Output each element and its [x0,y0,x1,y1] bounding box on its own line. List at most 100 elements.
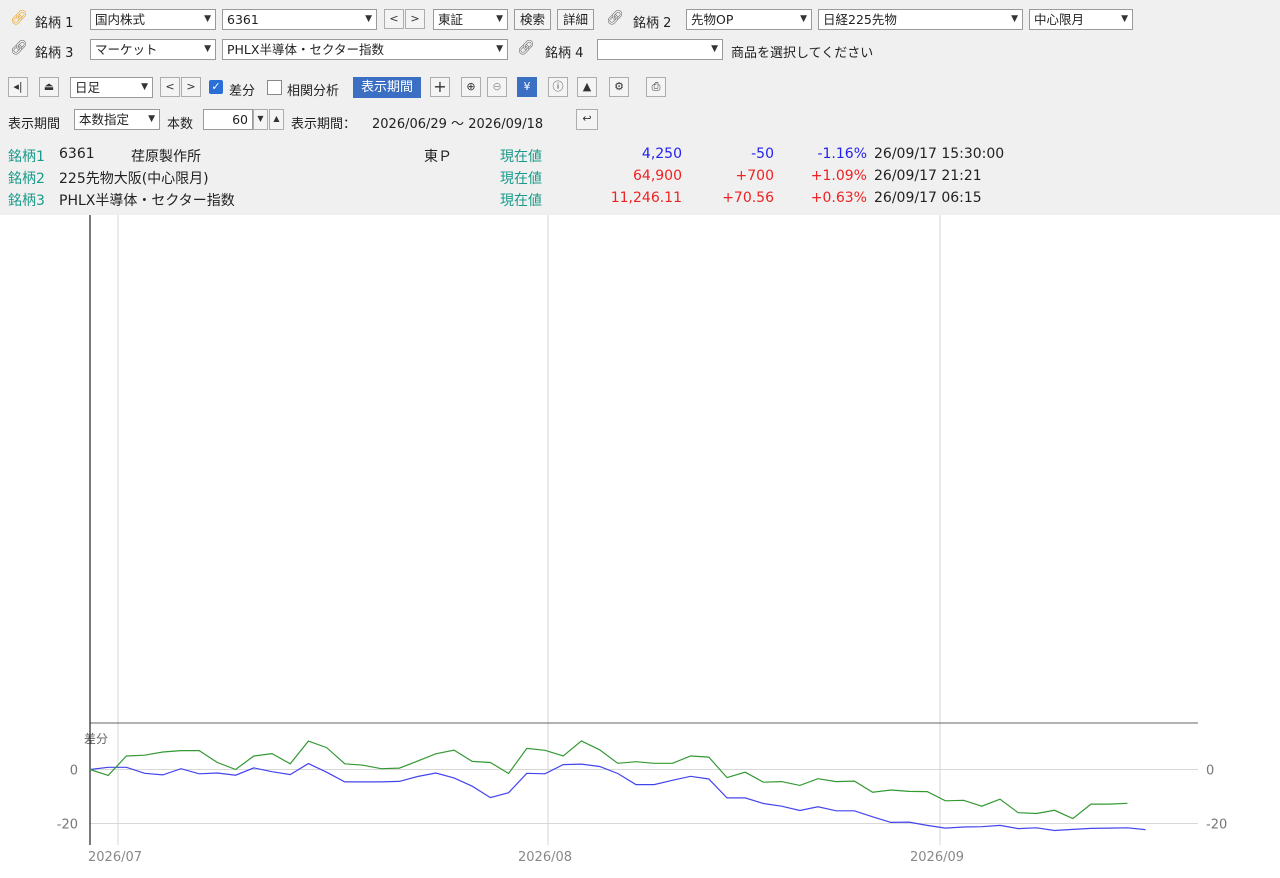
chevron-down-icon: ▼ [1121,14,1128,24]
quote-tag: 銘柄2 [8,171,45,187]
count-label: 本数 [167,117,194,132]
chevron-down-icon: ▼ [496,44,503,54]
chevron-down-icon: ▼ [204,44,211,54]
category3-select[interactable]: マーケット ▼ [90,39,216,60]
quote-tag: 銘柄3 [8,193,45,209]
quote-price_label: 現在値 [500,171,542,187]
corr-label: 相関分析 [287,84,340,99]
period-label: 表示期間 [8,117,61,132]
range-label: 表示期間： [291,117,357,132]
toolbar: 🔗︎ 銘柄 1 国内株式 ▼ 6361 ▼ < > 東証 ▼ 検索 詳細 🔗︎ 銘柄 … [0,0,1280,215]
diff-panel-label: 差分 [84,732,108,746]
link-icon[interactable]: 🔗︎ [10,40,28,56]
quote-name: PHLX半導体・セクター指数 [59,193,235,209]
detail-button[interactable]: 詳細 [557,9,594,30]
contract2-value: 中心限月 [1034,12,1085,27]
count-down-button[interactable]: ▼ [253,109,268,130]
quote-pct: -1.16% [817,146,867,162]
quote-change: +70.56 [722,190,774,206]
quote-pct: +1.09% [810,168,867,184]
diff-y-tick-right: -20 [1206,818,1227,833]
chevron-down-icon: ▼ [365,14,372,24]
x-tick-label: 2026/07 [88,850,142,865]
meigara4-label: 銘柄 4 [545,46,584,61]
quote-time: 26/09/17 06:15 [874,190,982,206]
quote-time: 26/09/17 15:30:00 [874,146,1005,162]
meigara3-label: 銘柄 3 [35,46,74,61]
quote-time: 26/09/17 21:21 [874,168,982,184]
quote-name: 荏原製作所 [131,149,201,165]
eject-icon[interactable]: ⏏ [39,77,59,97]
quote-change: +700 [735,168,774,184]
chevron-down-icon: ▼ [711,44,718,54]
reset-icon[interactable]: ↩ [576,109,598,130]
link-icon[interactable]: 🔗︎ [10,10,28,26]
info-icon[interactable]: ⓘ [548,77,568,97]
count-mode-value: 本数指定 [79,112,130,127]
quote-price: 4,250 [641,146,682,162]
product3-select[interactable]: PHLX半導体・セクター指数 ▼ [222,39,508,60]
product2-select[interactable]: 日経225先物 ▼ [818,9,1023,30]
zoom-out-icon[interactable]: ⊖ [487,77,507,97]
first-page-button[interactable]: ◂| [8,77,28,97]
category2-value: 先物OP [691,12,734,27]
product2-value: 日経225先物 [823,12,897,27]
display-period-button[interactable]: 表示期間 [353,77,421,98]
link-icon[interactable]: 🔗︎ [606,10,624,26]
diff-y-tick-left: -20 [57,818,78,833]
period-type-select[interactable]: 日足 ▼ [70,77,153,98]
area-chart-icon[interactable]: ▲ [577,77,597,97]
quote-price_label: 現在値 [500,193,542,209]
quote-price: 11,246.11 [610,190,682,206]
diff-y-tick-left: 0 [70,764,78,779]
print-icon[interactable]: ⎙ [646,77,666,97]
product3-value: PHLX半導体・セクター指数 [227,42,384,57]
crosshair-icon[interactable]: + [430,77,450,97]
product4-select[interactable]: ▼ [597,39,723,60]
corr-checkbox[interactable] [267,80,282,95]
quote-name: 225先物大阪(中心限月) [59,171,209,187]
quote-pct: +0.63% [810,190,867,206]
diff-y-tick-right: 0 [1206,764,1214,779]
wrench-icon[interactable]: ⚙ [609,77,629,97]
quote-price: 64,900 [633,168,682,184]
code-select[interactable]: 6361 ▼ [222,9,377,30]
quote-price_label: 現在値 [500,149,542,165]
zoom-in-icon[interactable]: ⊕ [461,77,481,97]
meigara1-label: 銘柄 1 [35,16,74,31]
count-up-button[interactable]: ▲ [269,109,284,130]
quote-tag: 銘柄1 [8,149,45,165]
chevron-down-icon: ▼ [141,82,148,92]
quote-change: -50 [751,146,774,162]
next-button[interactable]: > [181,77,201,97]
exchange-value: 東証 [438,12,464,27]
market-type-select[interactable]: 国内株式 ▼ [90,9,216,30]
count-input[interactable]: 60 [203,109,253,130]
meigara2-label: 銘柄 2 [633,16,672,31]
prev-code-button[interactable]: < [384,9,404,29]
yen-icon[interactable]: ¥ [517,77,537,97]
quote-market: 東Ｐ [424,149,452,165]
prev-button[interactable]: < [160,77,180,97]
diff-label: 差分 [229,84,256,99]
next-code-button[interactable]: > [405,9,425,29]
category3-value: マーケット [95,42,158,57]
count-mode-select[interactable]: 本数指定 ▼ [74,109,160,130]
chevron-down-icon: ▼ [1011,14,1018,24]
exchange-select[interactable]: 東証 ▼ [433,9,508,30]
comparison-chart[interactable]: 65%65%70%70%75%75%80%80%85%85%90%90%95%9… [0,215,1280,878]
code-value: 6361 [227,12,259,27]
x-tick-label: 2026/08 [518,850,572,865]
category2-select[interactable]: 先物OP ▼ [686,9,812,30]
diff-checkbox[interactable]: ✓ [209,80,223,94]
link-icon[interactable]: 🔗︎ [517,40,535,56]
chevron-down-icon: ▼ [800,14,807,24]
contract2-select[interactable]: 中心限月 ▼ [1029,9,1133,30]
product4-hint: 商品を選択してください [731,46,874,61]
plot-area [90,215,1198,845]
search-button[interactable]: 検索 [514,9,551,30]
period-type-value: 日足 [75,80,101,95]
chevron-down-icon: ▼ [204,14,211,24]
chevron-down-icon: ▼ [148,114,155,124]
market-type-value: 国内株式 [95,12,146,27]
